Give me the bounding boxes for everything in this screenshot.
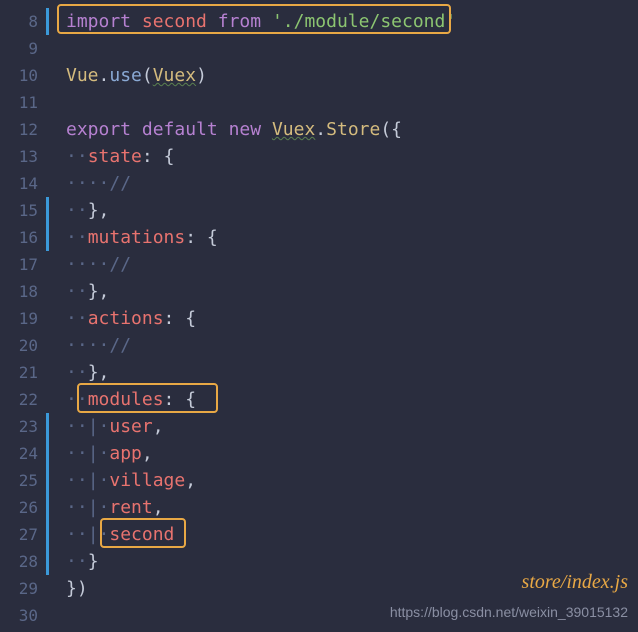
change-indicator <box>46 8 49 35</box>
line-number: 23 <box>0 413 46 440</box>
watermark-url: https://blog.csdn.net/weixin_39015132 <box>390 604 628 620</box>
code-line: ····// <box>66 332 638 359</box>
line-number-gutter: 8 9 10 11 12 13 14 15 16 17 18 19 20 21 … <box>0 0 46 632</box>
line-number: 15 <box>0 197 46 224</box>
code-line <box>66 89 638 116</box>
code-line: ··|·user, <box>66 413 638 440</box>
line-number: 25 <box>0 467 46 494</box>
line-number: 22 <box>0 386 46 413</box>
code-content[interactable]: import second from './module/second' Vue… <box>46 0 638 632</box>
line-number: 26 <box>0 494 46 521</box>
code-line: ··modules: { <box>66 386 638 413</box>
code-line: export default new Vuex.Store({ <box>66 116 638 143</box>
code-line: import second from './module/second' <box>66 8 638 35</box>
line-number: 16 <box>0 224 46 251</box>
line-number: 14 <box>0 170 46 197</box>
code-line <box>66 35 638 62</box>
code-line: ··}, <box>66 359 638 386</box>
line-number: 13 <box>0 143 46 170</box>
file-path-label: store/index.js <box>522 571 628 594</box>
line-number: 10 <box>0 62 46 89</box>
line-number: 11 <box>0 89 46 116</box>
line-number: 28 <box>0 548 46 575</box>
line-number: 19 <box>0 305 46 332</box>
line-number: 29 <box>0 575 46 602</box>
code-line: ··|·village, <box>66 467 638 494</box>
code-line: ··}, <box>66 278 638 305</box>
code-line: ··mutations: { <box>66 224 638 251</box>
line-number: 18 <box>0 278 46 305</box>
code-line: ··}, <box>66 197 638 224</box>
code-line: ··actions: { <box>66 305 638 332</box>
line-number: 12 <box>0 116 46 143</box>
code-editor: 8 9 10 11 12 13 14 15 16 17 18 19 20 21 … <box>0 0 638 632</box>
line-number: 30 <box>0 602 46 629</box>
change-indicator <box>46 197 49 251</box>
line-number: 24 <box>0 440 46 467</box>
line-number: 9 <box>0 35 46 62</box>
line-number: 17 <box>0 251 46 278</box>
line-number: 27 <box>0 521 46 548</box>
code-line: ··|·rent, <box>66 494 638 521</box>
line-number: 21 <box>0 359 46 386</box>
code-line: ··|·app, <box>66 440 638 467</box>
line-number: 8 <box>0 8 46 35</box>
code-line: ··state: { <box>66 143 638 170</box>
change-indicator <box>46 413 49 575</box>
code-line: ····// <box>66 170 638 197</box>
code-line: Vue.use(Vuex) <box>66 62 638 89</box>
code-line: ····// <box>66 251 638 278</box>
code-line: ··|·second <box>66 521 638 548</box>
line-number: 20 <box>0 332 46 359</box>
